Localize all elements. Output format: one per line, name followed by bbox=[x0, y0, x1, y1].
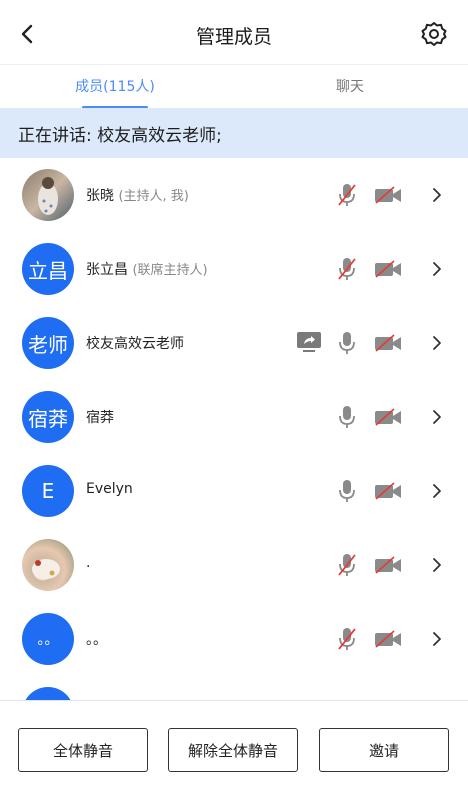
member-name-text: 校友高效云老师 bbox=[86, 336, 184, 352]
member-name-text: 张立昌 bbox=[86, 262, 128, 278]
invite-button[interactable]: 邀请 bbox=[319, 728, 449, 772]
mic-muted-icon[interactable] bbox=[336, 626, 358, 652]
member-row[interactable] bbox=[0, 676, 468, 700]
member-name-text: Evelyn bbox=[86, 481, 133, 497]
tab-members-label: 成员(115人) bbox=[75, 79, 155, 95]
avatar bbox=[22, 169, 74, 221]
chevron-right-icon[interactable] bbox=[428, 554, 446, 576]
chevron-right-icon[interactable] bbox=[428, 184, 446, 206]
member-row[interactable]: 张晓 (主持人, 我) bbox=[0, 158, 468, 233]
tab-members[interactable]: 成员(115人) bbox=[40, 65, 190, 109]
member-name: 张晓 (主持人, 我) bbox=[86, 185, 189, 205]
screen-share-icon bbox=[297, 332, 321, 352]
mute-all-button[interactable]: 全体静音 bbox=[18, 728, 148, 772]
avatar: 宿莽 bbox=[22, 391, 74, 443]
mic-muted-icon[interactable] bbox=[336, 552, 358, 578]
avatar: 老师 bbox=[22, 317, 74, 369]
camera-off-icon[interactable] bbox=[374, 259, 402, 279]
tab-bar: 成员(115人) 聊天 bbox=[0, 64, 468, 109]
gear-icon[interactable] bbox=[420, 20, 448, 48]
camera-off-icon[interactable] bbox=[374, 333, 402, 353]
bottom-action-bar: 全体静音 解除全体静音 邀请 bbox=[0, 700, 468, 801]
mic-on-icon[interactable] bbox=[336, 330, 358, 356]
member-name: Evelyn bbox=[86, 481, 133, 497]
mic-on-icon[interactable] bbox=[336, 478, 358, 504]
member-name: . bbox=[86, 555, 90, 571]
page-title: 管理成员 bbox=[195, 26, 272, 48]
member-name-text: 。。 bbox=[86, 632, 107, 648]
chevron-right-icon[interactable] bbox=[428, 406, 446, 428]
unmute-all-button[interactable]: 解除全体静音 bbox=[168, 728, 298, 772]
camera-off-icon[interactable] bbox=[374, 185, 402, 205]
member-list: 张晓 (主持人, 我) 立昌 张立昌 (联席主持人) 老师 校友高效云老师 宿莽… bbox=[0, 158, 468, 700]
member-name: 宿莽 bbox=[86, 407, 114, 427]
top-bar: 管理成员 bbox=[0, 0, 468, 64]
member-role: (主持人, 我) bbox=[118, 189, 189, 204]
chevron-right-icon[interactable] bbox=[428, 480, 446, 502]
member-name-text: 张晓 bbox=[86, 188, 114, 204]
member-name: 校友高效云老师 bbox=[86, 333, 184, 353]
tab-chat-label: 聊天 bbox=[336, 79, 364, 95]
avatar-photo bbox=[38, 177, 58, 215]
member-name: 张立昌 (联席主持人) bbox=[86, 259, 208, 279]
member-row[interactable]: 宿莽 宿莽 bbox=[0, 380, 468, 455]
avatar: 。。 bbox=[22, 613, 74, 665]
tab-chat[interactable]: 聊天 bbox=[275, 65, 425, 109]
mic-on-icon[interactable] bbox=[336, 404, 358, 430]
member-name-text: 宿莽 bbox=[86, 410, 114, 426]
member-row[interactable]: 立昌 张立昌 (联席主持人) bbox=[0, 232, 468, 307]
chevron-right-icon[interactable] bbox=[428, 628, 446, 650]
speaking-text: 正在讲话: 校友高效云老师; bbox=[18, 126, 222, 146]
camera-off-icon[interactable] bbox=[374, 629, 402, 649]
member-role: (联席主持人) bbox=[132, 263, 208, 278]
avatar bbox=[22, 539, 74, 591]
member-row[interactable]: E Evelyn bbox=[0, 454, 468, 529]
avatar-photo bbox=[32, 559, 60, 579]
chevron-right-icon[interactable] bbox=[428, 258, 446, 280]
chevron-right-icon[interactable] bbox=[428, 332, 446, 354]
member-name: 。。 bbox=[86, 629, 107, 649]
member-row[interactable]: 老师 校友高效云老师 bbox=[0, 306, 468, 381]
mic-muted-icon[interactable] bbox=[336, 182, 358, 208]
camera-off-icon[interactable] bbox=[374, 481, 402, 501]
camera-off-icon[interactable] bbox=[374, 407, 402, 427]
member-row[interactable]: 。。 。。 bbox=[0, 602, 468, 677]
member-row[interactable]: . bbox=[0, 528, 468, 603]
avatar: E bbox=[22, 465, 74, 517]
mic-muted-icon[interactable] bbox=[336, 256, 358, 282]
camera-off-icon[interactable] bbox=[374, 555, 402, 575]
speaking-banner: 正在讲话: 校友高效云老师; bbox=[0, 108, 468, 158]
avatar: 立昌 bbox=[22, 243, 74, 295]
member-name-text: . bbox=[86, 555, 91, 571]
avatar bbox=[22, 687, 74, 700]
